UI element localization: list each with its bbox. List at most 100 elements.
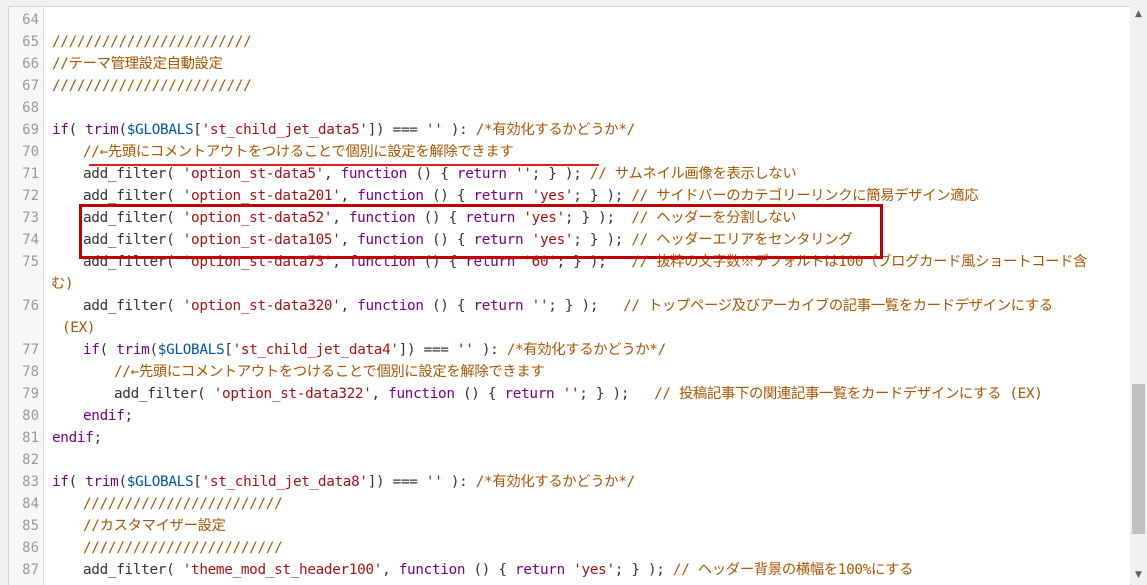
line-number: 65 — [22, 34, 39, 50]
code-token: // サムネイル画像を表示しない — [589, 166, 797, 182]
code-token: ]) === — [367, 474, 426, 490]
code-token: /*有効化するかどうか*/ — [506, 342, 667, 358]
code-token: む) — [51, 276, 74, 292]
code-line: (EX) — [9, 317, 1130, 339]
code-token: ): — [442, 122, 476, 138]
code-token: $GLOBALS — [126, 122, 194, 138]
code-token: '' — [515, 166, 532, 182]
code-token: , — [323, 166, 341, 182]
code-text: if( trim($GLOBALS['st_child_jet_data4'])… — [83, 339, 666, 361]
code-text: //////////////////////// — [52, 31, 252, 53]
code-text: add_filter( 'option_st-data322', functio… — [114, 383, 1043, 405]
line-number: 80 — [22, 408, 39, 424]
code-text: //////////////////////// — [52, 75, 252, 97]
code-token: add_filter — [83, 298, 167, 314]
code-token: '' — [562, 386, 580, 402]
code-line: 86 //////////////////////// — [9, 537, 1130, 559]
code-line: 69 if( trim($GLOBALS['st_child_jet_data5'… — [9, 119, 1130, 141]
code-token: trim — [85, 474, 119, 490]
line-number: 79 — [22, 386, 39, 402]
line-number: 71 — [22, 166, 39, 182]
code-text: //カスタマイザー設定 — [83, 515, 226, 537]
code-token: ): — [442, 474, 476, 490]
code-token: add_filter — [83, 166, 167, 182]
code-token: ]) === — [398, 342, 457, 358]
code-token: ( — [166, 298, 183, 314]
code-line: 82 — [9, 449, 1130, 471]
code-token: 'option_st-data320' — [182, 298, 341, 314]
code-token: '' — [425, 474, 443, 490]
line-number: 87 — [22, 562, 39, 578]
line-number: 66 — [22, 56, 39, 72]
code-token: ; — [124, 408, 134, 424]
vertical-scrollbar[interactable]: ▲ ▼ — [1130, 6, 1147, 584]
annotation-underline — [89, 164, 599, 166]
code-token: ; } ); — [614, 562, 673, 578]
code-token: if — [52, 122, 69, 138]
code-token: ( — [68, 474, 86, 490]
code-editor[interactable]: 64 65 //////////////////////// 66 //テーマ管理設定自… — [8, 6, 1131, 585]
code-text: if( trim($GLOBALS['st_child_jet_data8'])… — [52, 471, 635, 493]
code-text: (EX) — [62, 317, 96, 339]
code-token: if — [83, 342, 100, 358]
code-token: return — [473, 298, 524, 314]
code-token: return — [504, 386, 555, 402]
line-number: 77 — [22, 342, 39, 358]
code-token: 'yes' — [531, 188, 574, 204]
code-token: return — [473, 188, 524, 204]
code-token: 'st_child_jet_data8' — [201, 474, 368, 490]
line-number: 69 — [22, 122, 39, 138]
code-token: endif — [83, 408, 125, 424]
line-number: 78 — [22, 364, 39, 380]
code-token: function — [398, 562, 466, 578]
code-token: () { — [454, 386, 505, 402]
code-token: () { — [407, 166, 457, 182]
code-token: function — [357, 188, 424, 204]
code-token: //←先頭にコメントアウトをつけることで個別に設定を解除できます — [83, 144, 514, 160]
code-line: 70 //←先頭にコメントアウトをつけることで個別に設定を解除できます — [9, 141, 1130, 163]
annotation-highlight-box — [79, 204, 883, 259]
code-line: 67 //////////////////////// — [9, 75, 1130, 97]
code-token: /*有効化するかどうか*/ — [475, 122, 636, 138]
line-number: 86 — [22, 540, 39, 556]
code-token: () { — [423, 298, 474, 314]
code-token: ; } ); — [531, 166, 590, 182]
code-token: add_filter — [83, 562, 167, 578]
line-number: 82 — [22, 452, 39, 468]
code-line: 64 — [9, 9, 1130, 31]
code-token: // サイドバーのカテゴリーリンクに簡易デザイン適応 — [631, 188, 979, 204]
code-line: 71 add_filter( 'option_st-data5', functio… — [9, 163, 1130, 185]
scrollbar-thumb[interactable] — [1132, 384, 1145, 534]
code-text: if( trim($GLOBALS['st_child_jet_data5'])… — [52, 119, 635, 141]
code-text: endif; — [83, 405, 133, 427]
code-line: 68 — [9, 97, 1130, 119]
line-number: 83 — [22, 474, 39, 490]
line-number: 81 — [22, 430, 39, 446]
code-token: //////////////////////// — [52, 34, 252, 50]
code-line: 80 endif; — [9, 405, 1130, 427]
code-token: , — [382, 562, 399, 578]
scroll-up-arrow-icon[interactable]: ▲ — [1130, 6, 1147, 23]
code-token: ; — [93, 430, 103, 446]
code-token: //カスタマイザー設定 — [83, 518, 226, 534]
code-text: //////////////////////// — [83, 537, 283, 559]
code-token: ( — [118, 122, 127, 138]
code-token: ; } ); — [579, 386, 655, 402]
code-token: '' — [456, 342, 474, 358]
code-token: /*有効化するかどうか*/ — [475, 474, 636, 490]
code-token: '' — [531, 298, 549, 314]
code-token: // 投稿記事下の関連記事一覧をカードデザインにする (EX) — [654, 386, 1043, 402]
code-token: 'option_st-data201' — [182, 188, 341, 204]
code-line: 79 add_filter( 'option_st-data322', funct… — [9, 383, 1130, 405]
code-line: 87 add_filter( 'theme_mod_st_header100', … — [9, 559, 1130, 581]
code-token: function — [340, 166, 408, 182]
code-token: , — [371, 386, 389, 402]
code-token: 'st_child_jet_data4' — [232, 342, 399, 358]
scroll-down-arrow-icon[interactable]: ▼ — [1130, 567, 1147, 584]
line-number: 85 — [22, 518, 39, 534]
line-number: 64 — [22, 12, 39, 28]
code-text: //テーマ管理設定自動設定 — [52, 53, 223, 75]
line-number: 74 — [22, 232, 39, 248]
